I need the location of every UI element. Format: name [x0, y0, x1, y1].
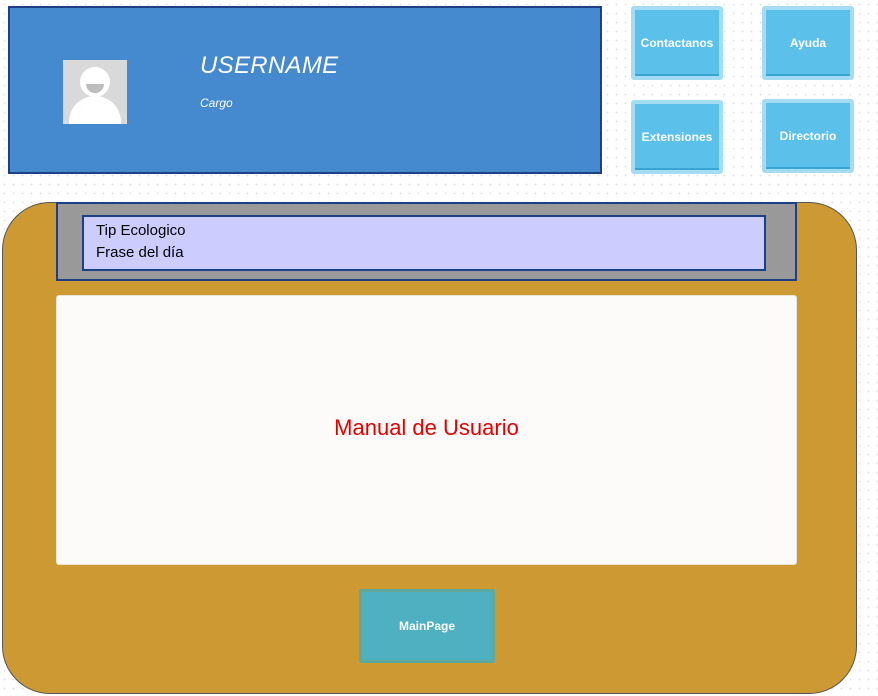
directory-button[interactable]: Directorio [762, 99, 854, 173]
role-label: Cargo [200, 96, 233, 110]
extensions-button[interactable]: Extensiones [631, 100, 723, 174]
tip-bar: Tip Ecologico Frase del día [56, 202, 797, 281]
profile-header: USERNAME Cargo [8, 6, 602, 174]
avatar [63, 60, 127, 124]
content-area: Manual de Usuario [56, 295, 797, 565]
tip-box: Tip Ecologico Frase del día [82, 215, 766, 271]
user-manual-title: Manual de Usuario [334, 415, 519, 440]
help-button[interactable]: Ayuda [762, 6, 854, 80]
main-page-button[interactable]: MainPage [359, 589, 495, 663]
username-label: USERNAME [200, 52, 339, 79]
daily-phrase-label: Frase del día [96, 244, 184, 261]
contact-button[interactable]: Contactanos [631, 6, 723, 80]
eco-tip-label: Tip Ecologico [96, 222, 186, 239]
